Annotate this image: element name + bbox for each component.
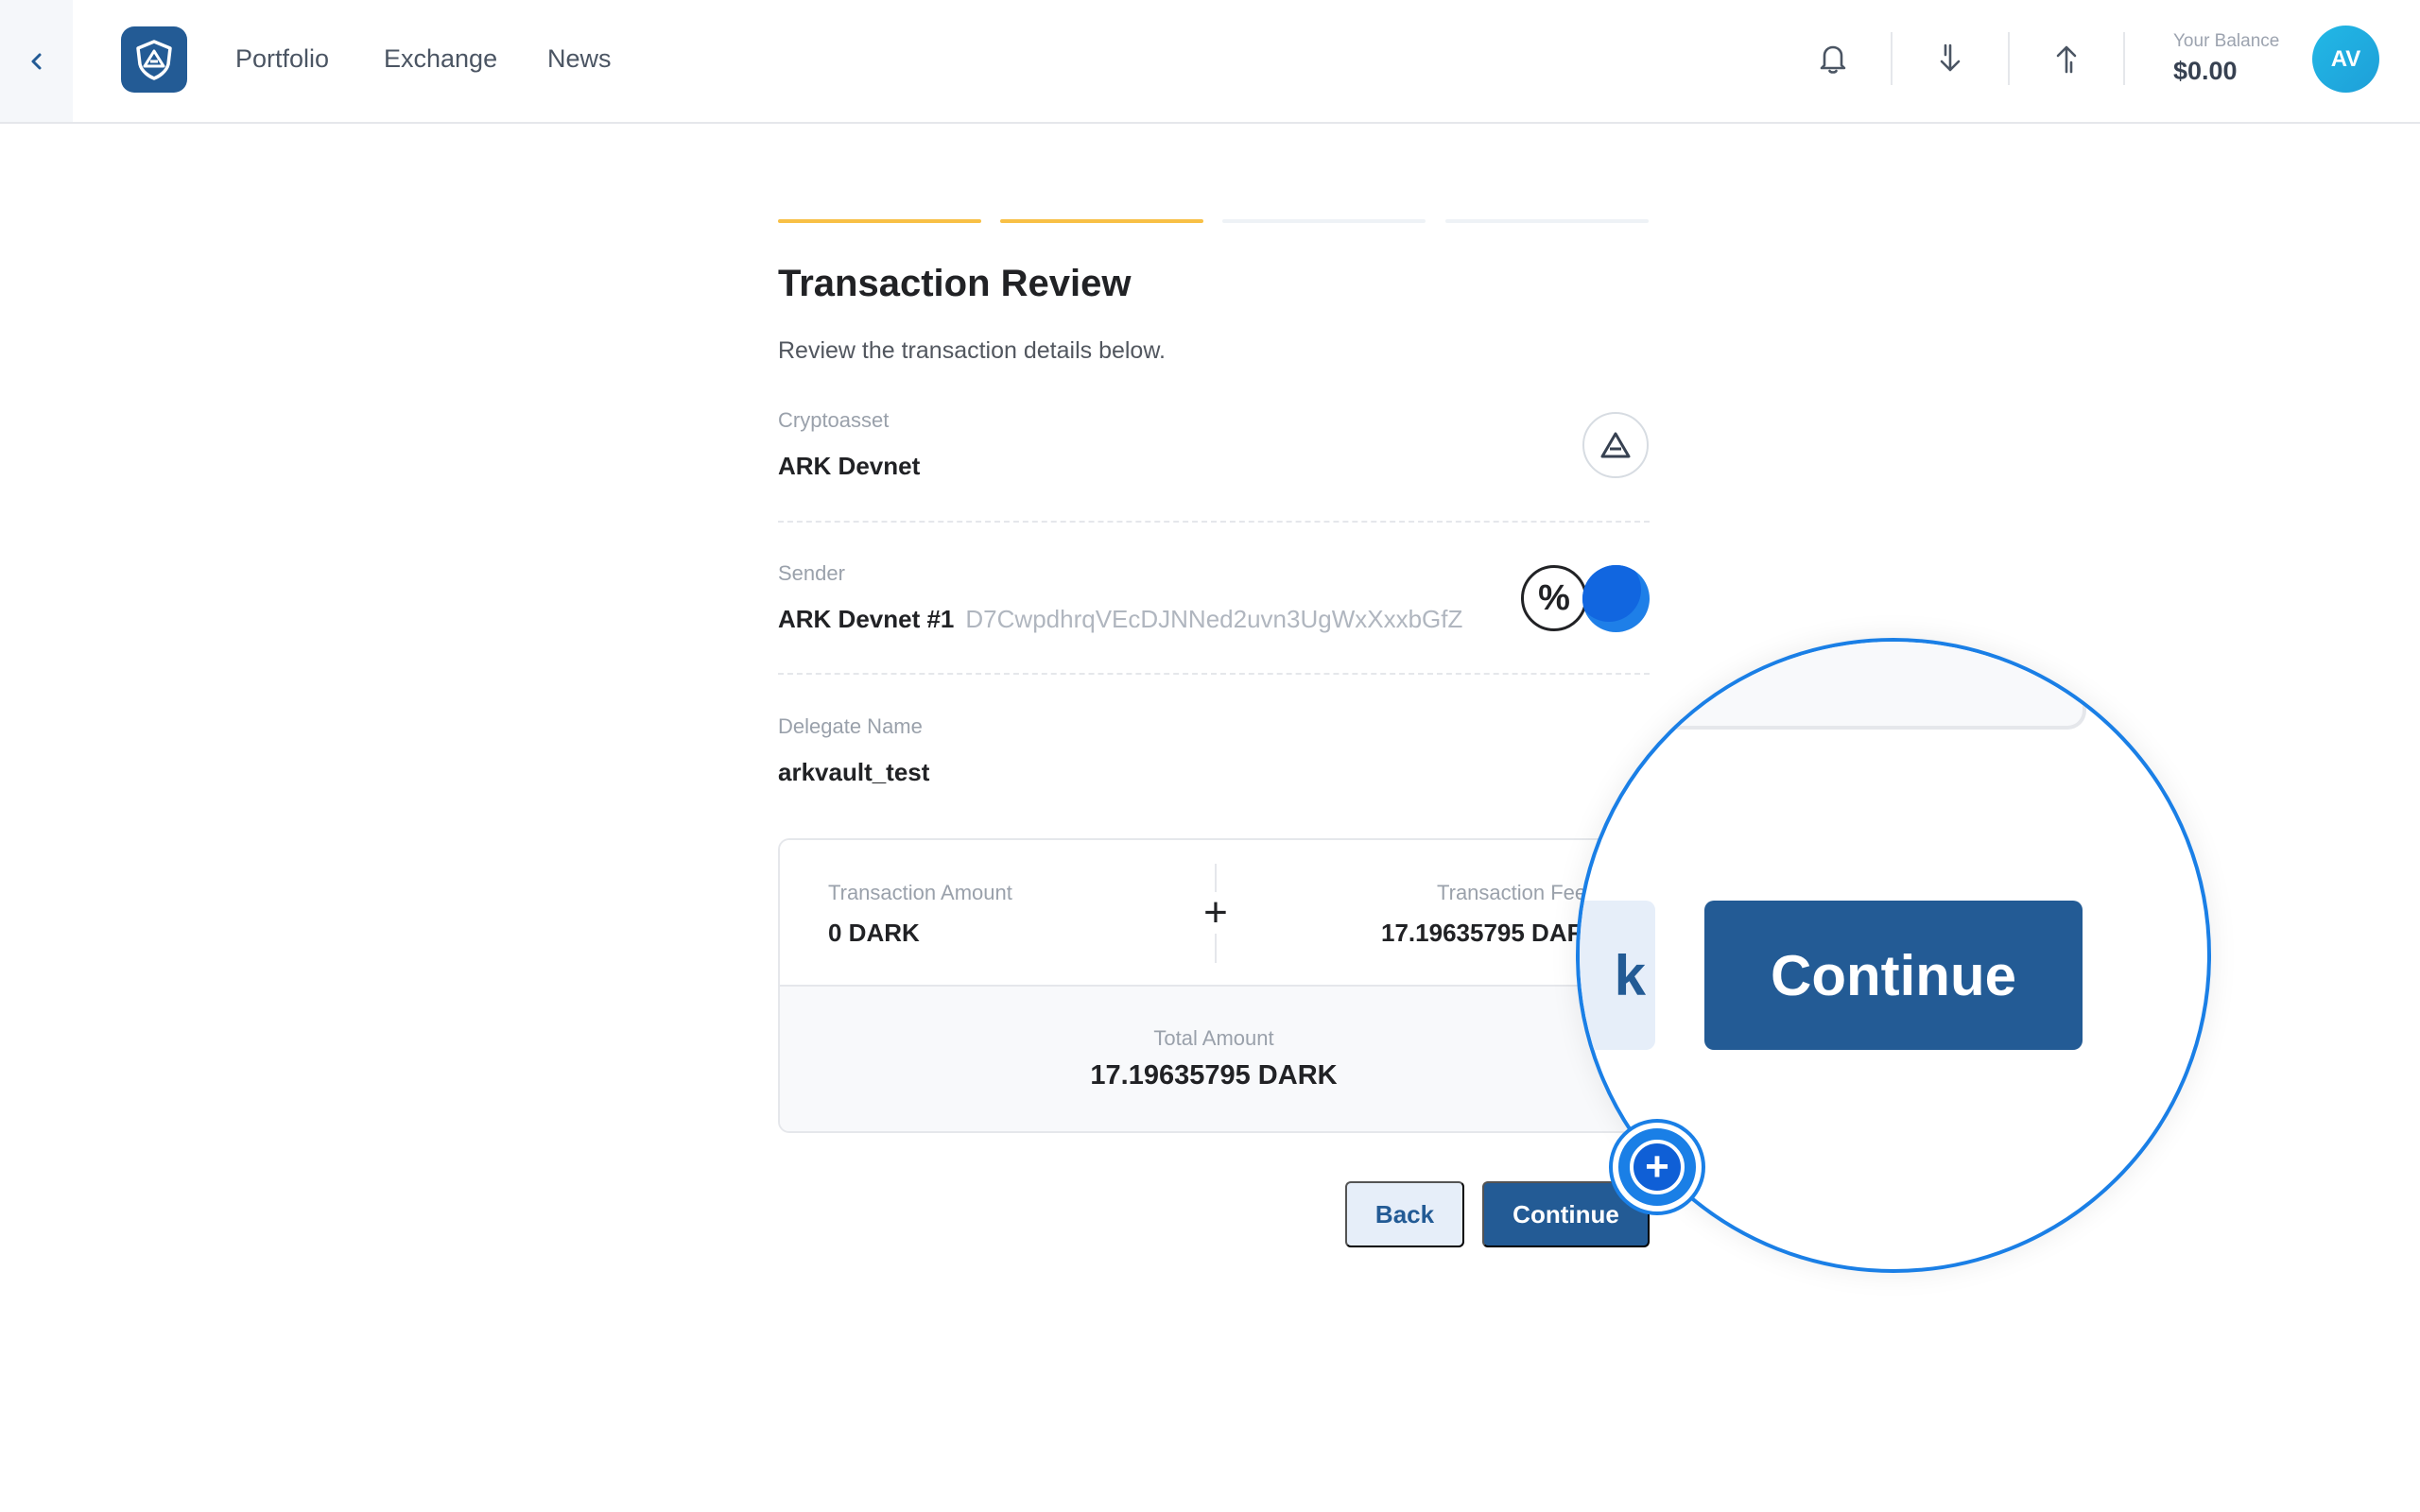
balance-value: $0.00 (2173, 57, 2238, 85)
summary-top: Transaction Amount 0 DARK + Transaction … (780, 840, 1648, 987)
divider (778, 521, 1650, 523)
header-divider (1891, 32, 1893, 85)
send-button[interactable] (2046, 38, 2087, 79)
total-amount-label: Total Amount (1153, 1026, 1274, 1050)
delegate-name-value: arkvault_test (778, 758, 930, 786)
page-title: Transaction Review (778, 263, 1132, 304)
zoom-badge: + (1613, 1123, 1702, 1211)
ark-network-icon (1582, 412, 1649, 478)
nav-portfolio[interactable]: Portfolio (235, 44, 329, 74)
magnified-continue-button: Continue (1704, 901, 2083, 1050)
nav-exchange[interactable]: Exchange (384, 44, 497, 74)
nav-news[interactable]: News (547, 44, 612, 74)
sender-address: D7CwpdhrqVEcDJNNed2uvn3UgWxXxxbGfZ (965, 605, 1463, 633)
bell-icon (1820, 45, 1846, 74)
divider (778, 673, 1650, 675)
delegate-name-label: Delegate Name (778, 714, 923, 738)
percent-icon: % (1521, 565, 1587, 631)
header-divider (2123, 32, 2125, 85)
transaction-fee-value: 17.19635795 DARK (1381, 919, 1603, 947)
magnified-input (1633, 642, 2086, 730)
receive-button[interactable] (1929, 38, 1971, 79)
back-button[interactable] (0, 0, 73, 122)
chevron-left-icon (31, 53, 41, 69)
app-logo[interactable] (121, 26, 187, 93)
user-avatar[interactable]: AV (2312, 26, 2379, 93)
back-button[interactable]: Back (1345, 1181, 1464, 1247)
transaction-amount-value: 0 DARK (828, 919, 920, 947)
sender-label: Sender (778, 561, 845, 585)
step-indicator-4 (1445, 219, 1649, 223)
plus-icon: + (1630, 1140, 1685, 1194)
balance-label: Your Balance (2173, 31, 2280, 51)
magnified-back-button: k (1580, 901, 1655, 1050)
cryptoasset-label: Cryptoasset (778, 408, 890, 432)
cryptoasset-value: ARK Devnet (778, 452, 921, 480)
summary-bottom: Total Amount 17.19635795 DARK (780, 987, 1648, 1131)
receive-arrow-down-icon (1940, 43, 1961, 72)
transaction-summary: Transaction Amount 0 DARK + Transaction … (778, 838, 1650, 1133)
transaction-fee-label: Transaction Fee (1437, 881, 1587, 904)
step-indicator-3 (1222, 219, 1426, 223)
ark-shield-logo-icon (136, 40, 172, 80)
step-indicator-1 (778, 219, 981, 223)
wallet-avatar (1582, 565, 1650, 632)
step-indicator-2 (1000, 219, 1203, 223)
sender-value: ARK Devnet #1 D7CwpdhrqVEcDJNNed2uvn3UgWx… (778, 605, 1462, 634)
transaction-amount-label: Transaction Amount (828, 881, 1012, 904)
total-amount-value: 17.19635795 DARK (1090, 1060, 1338, 1091)
page-subtitle: Review the transaction details below. (778, 337, 1166, 364)
top-navbar: Portfolio Exchange News Your Balance $0.… (0, 0, 2420, 124)
sender-name: ARK Devnet #1 (778, 605, 955, 633)
header-divider (2008, 32, 2010, 85)
send-arrow-up-icon (2056, 45, 2077, 74)
plus-icon: + (1201, 892, 1231, 934)
notifications-button[interactable] (1812, 38, 1854, 79)
